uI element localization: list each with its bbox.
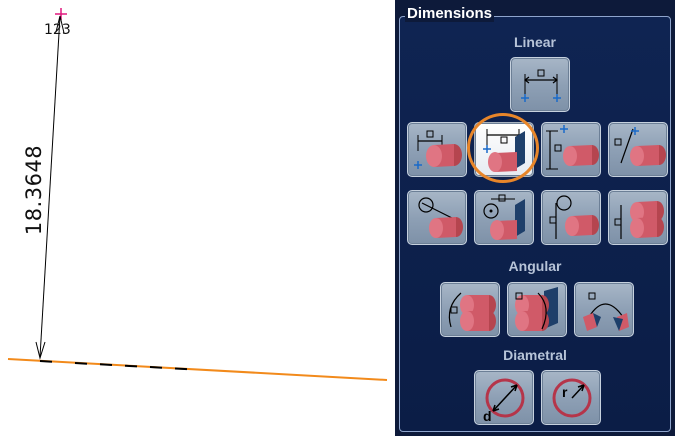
point-label: 123 (44, 22, 71, 38)
tool-angular-arc[interactable] (574, 282, 634, 337)
svg-text:r: r (562, 384, 568, 400)
diameter-icon: d (483, 378, 525, 424)
tool-linear-horizontal-points[interactable] (510, 57, 570, 112)
tool-linear-vertical-cylinder[interactable] (541, 122, 601, 177)
canvas-graphics (7, 8, 388, 381)
tool-linear-double-cylinder[interactable] (608, 190, 668, 245)
dimensions-panel: Dimensions Linear Angular Diametral d r (395, 0, 675, 436)
tool-diameter[interactable]: d (474, 370, 534, 425)
svg-text:d: d (483, 408, 492, 424)
section-label-linear: Linear (513, 34, 556, 50)
vertical-dimension-cylinder-icon (546, 125, 599, 170)
radius-icon: r (552, 378, 592, 418)
angular-arc-icon (583, 292, 629, 331)
tool-linear-circle-vertical[interactable] (541, 190, 601, 245)
section-label-angular: Angular (508, 258, 562, 274)
drawing-canvas[interactable]: 123 18.3648 (0, 0, 395, 436)
horizontal-dimension-cylinder-icon (414, 130, 462, 169)
tool-linear-horizontal-cylinder[interactable] (407, 122, 467, 177)
tool-radius[interactable]: r (541, 370, 601, 425)
tool-linear-circle-plane[interactable] (474, 190, 534, 245)
section-label-diametral: Diametral (503, 347, 567, 363)
circle-dimension-plane-icon (483, 194, 525, 240)
horizontal-dimension-points-icon (521, 69, 561, 102)
tool-linear-circle-cylinder[interactable] (407, 190, 467, 245)
tool-linear-oblique-cylinder[interactable] (608, 122, 668, 177)
panel-title: Dimensions (405, 5, 495, 22)
circle-dimension-cylinder-icon (418, 197, 463, 238)
tool-angular-cylinders[interactable] (440, 282, 500, 337)
angular-plane-icon (515, 287, 558, 331)
tool-angular-plane[interactable] (507, 282, 567, 337)
angular-cylinders-icon (448, 292, 496, 331)
oblique-dimension-cylinder-icon (614, 127, 666, 166)
dimension-value[interactable]: 18.3648 (22, 145, 46, 235)
selection-highlight-ring (467, 113, 539, 183)
edge-line[interactable] (7, 358, 388, 381)
dimension-value-container: 18.3648 (22, 140, 46, 240)
circle-vertical-dimension-icon (549, 195, 599, 239)
double-cylinder-dimension-icon (614, 201, 664, 239)
